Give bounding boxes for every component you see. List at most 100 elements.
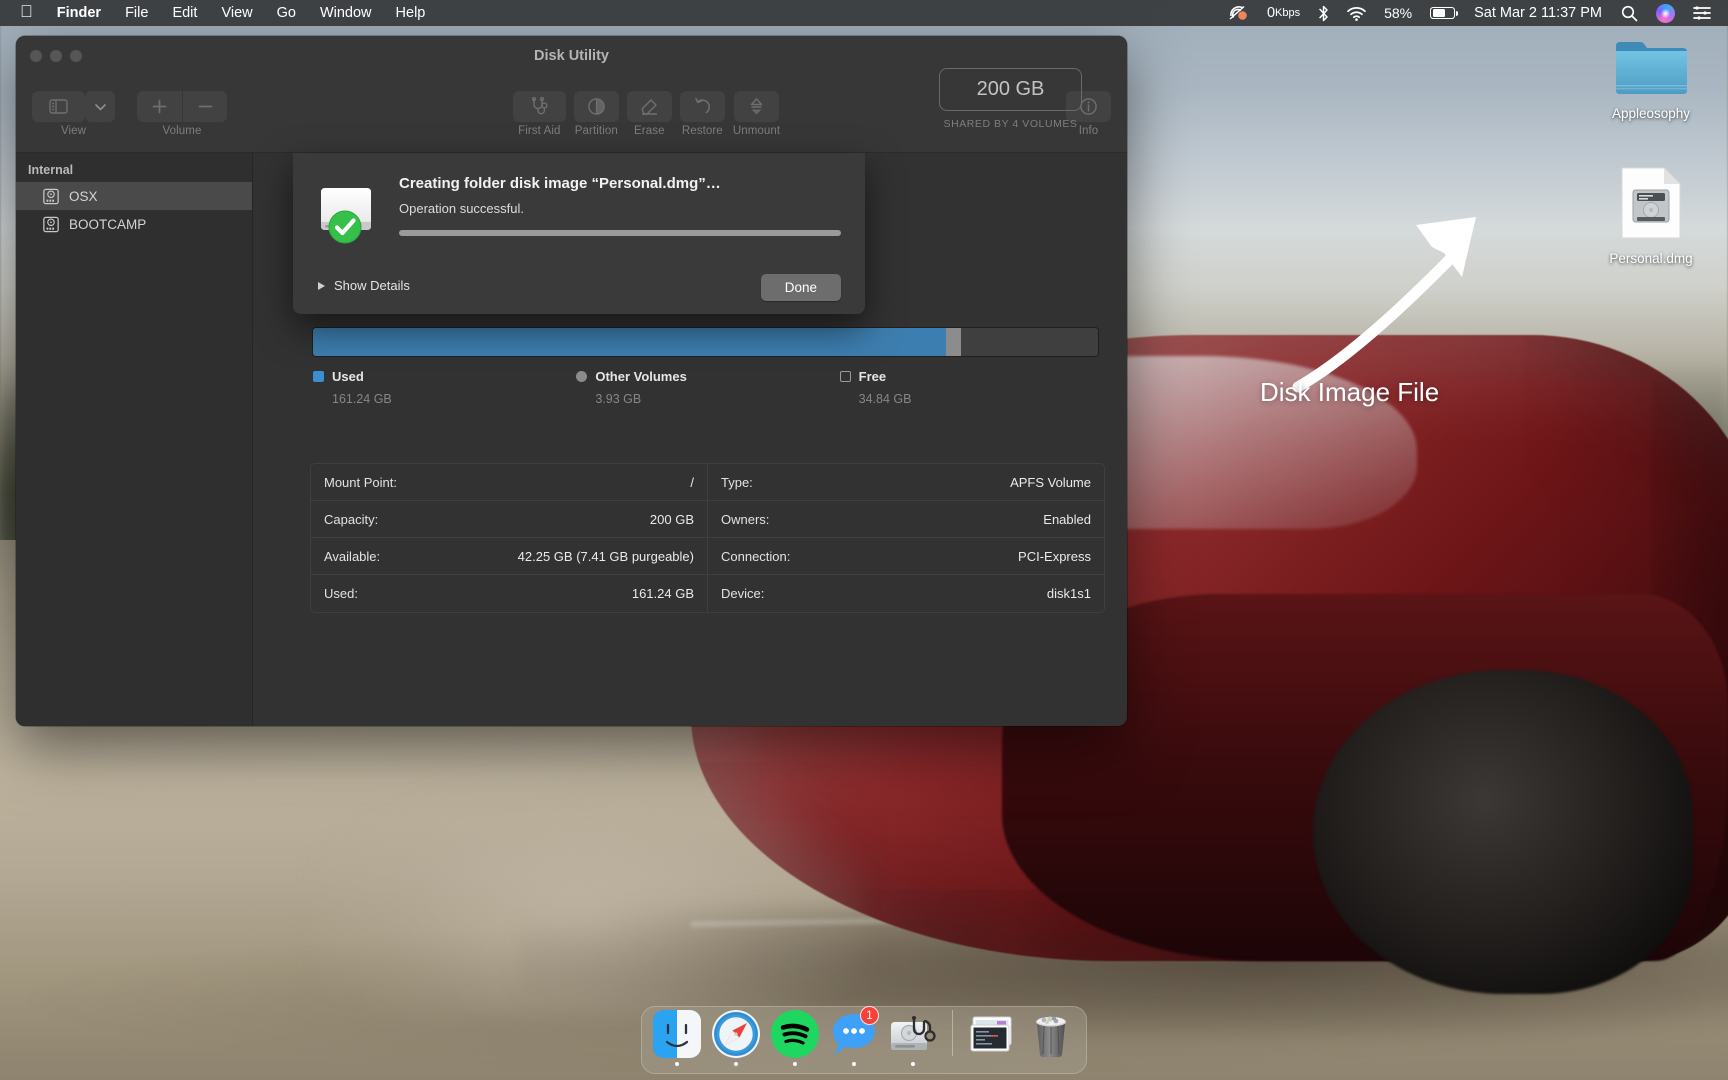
siri-icon[interactable] bbox=[1647, 3, 1684, 23]
desktop-icon-label: Personal.dmg bbox=[1609, 251, 1693, 266]
network-activity-icon[interactable] bbox=[1219, 5, 1258, 21]
internal-disk-icon bbox=[43, 188, 59, 204]
toolbar-first-aid-button[interactable]: First Aid bbox=[512, 91, 566, 137]
sidebar-icon[interactable] bbox=[32, 91, 85, 122]
menu-item-go[interactable]: Go bbox=[265, 0, 308, 26]
minus-icon[interactable] bbox=[182, 91, 227, 122]
info-row-mount-point: Mount Point: / bbox=[311, 464, 707, 501]
progress-bar bbox=[399, 230, 841, 236]
dock: 1 bbox=[641, 1006, 1087, 1074]
dock-running-indicator bbox=[852, 1062, 856, 1066]
legend-value-free: 34.84 GB bbox=[858, 392, 912, 406]
toolbar-erase-button[interactable]: Erase bbox=[626, 91, 672, 137]
volume-info-table-left: Mount Point: / Capacity: 200 GB Availabl… bbox=[310, 463, 707, 613]
dock-item-screenshot[interactable] bbox=[965, 1008, 1019, 1066]
done-button[interactable]: Done bbox=[760, 274, 841, 301]
info-row-capacity: Capacity: 200 GB bbox=[311, 501, 707, 538]
control-center-icon[interactable] bbox=[1684, 6, 1720, 20]
wallpaper-car-wheel bbox=[1313, 669, 1694, 994]
legend-label-free: Free bbox=[858, 369, 887, 384]
network-speed-value: 0 bbox=[1266, 5, 1276, 21]
info-value: APFS Volume bbox=[1010, 474, 1091, 490]
desktop-icon-personal-dmg[interactable]: Personal.dmg bbox=[1586, 165, 1716, 266]
info-label: Mount Point: bbox=[324, 474, 397, 490]
disk-sidebar: Internal OSX BOOTCAMP bbox=[16, 153, 253, 726]
sidebar-item-bootcamp[interactable]: BOOTCAMP bbox=[16, 210, 252, 238]
legend-value-used: 161.24 GB bbox=[332, 392, 392, 406]
menu-bar-status-area: 0 Kbps 58% Sat Mar 2 11:37 PM bbox=[1219, 0, 1728, 26]
dock-item-spotify[interactable] bbox=[768, 1008, 822, 1066]
sheet-subtitle: Operation successful. bbox=[399, 201, 525, 216]
info-value: PCI-Express bbox=[1018, 548, 1091, 564]
wifi-icon[interactable] bbox=[1338, 6, 1375, 21]
dock-item-safari[interactable] bbox=[709, 1008, 763, 1066]
internal-disk-icon bbox=[43, 216, 59, 232]
toolbar-view-label: View bbox=[60, 125, 87, 137]
info-label: Type: bbox=[721, 474, 753, 490]
dock-separator bbox=[952, 1010, 953, 1056]
toolbar-unmount-button[interactable]: Unmount bbox=[733, 91, 780, 137]
toolbar-restore-button[interactable]: Restore bbox=[679, 91, 725, 137]
info-label: Connection: bbox=[721, 548, 791, 564]
info-row-device: Device: disk1s1 bbox=[708, 575, 1104, 612]
show-details-toggle[interactable]: Show Details bbox=[318, 278, 410, 293]
legend-swatch-other-volumes bbox=[576, 371, 588, 382]
spotify-icon bbox=[771, 1010, 819, 1058]
apple-logo-icon[interactable]:  bbox=[10, 0, 45, 27]
info-value: 161.24 GB bbox=[631, 586, 694, 601]
volume-info-tables: Mount Point: / Capacity: 200 GB Availabl… bbox=[310, 463, 1105, 613]
wallpaper-dust bbox=[311, 777, 864, 1016]
toolbar-volume-group[interactable]: Volume bbox=[137, 91, 227, 137]
dock-item-disk-utility[interactable] bbox=[886, 1008, 940, 1066]
menu-item-help[interactable]: Help bbox=[384, 0, 438, 26]
usage-segment-free bbox=[961, 328, 1098, 356]
sidebar-item-osx[interactable]: OSX bbox=[16, 182, 252, 210]
info-value: Enabled bbox=[1043, 511, 1091, 527]
desktop-icon-appleosophy[interactable]: Appleosophy bbox=[1586, 36, 1716, 121]
sidebar-item-label: OSX bbox=[69, 188, 98, 204]
menu-bar-clock[interactable]: Sat Mar 2 11:37 PM bbox=[1464, 5, 1612, 21]
info-value: 200 GB bbox=[649, 511, 694, 527]
menu-item-view[interactable]: View bbox=[209, 0, 264, 26]
menu-item-window[interactable]: Window bbox=[308, 0, 384, 26]
info-label: Capacity: bbox=[324, 511, 379, 527]
toolbar-volume-label: Volume bbox=[162, 125, 202, 137]
progress-sheet-dialog: Creating folder disk image “Personal.dmg… bbox=[293, 153, 865, 314]
dock-running-indicator bbox=[911, 1062, 915, 1066]
dock-item-finder[interactable] bbox=[650, 1008, 704, 1066]
toolbar-view-group[interactable]: View bbox=[32, 91, 115, 137]
restore-arrow-icon bbox=[679, 91, 725, 122]
dock-running-indicator bbox=[734, 1062, 738, 1066]
capacity-value: 200 GB bbox=[939, 68, 1082, 111]
plus-icon[interactable] bbox=[137, 91, 182, 122]
bluetooth-icon[interactable] bbox=[1309, 5, 1338, 22]
info-value: / bbox=[690, 474, 694, 490]
info-row-type: Type: APFS Volume bbox=[708, 464, 1104, 501]
toolbar-partition-button[interactable]: Partition bbox=[573, 91, 619, 137]
dock-item-trash[interactable] bbox=[1024, 1008, 1078, 1066]
search-icon[interactable] bbox=[1612, 5, 1647, 22]
menu-item-edit[interactable]: Edit bbox=[160, 0, 209, 26]
capacity-subtitle: SHARED BY 4 VOLUMES bbox=[943, 118, 1078, 130]
menu-item-finder[interactable]: Finder bbox=[45, 0, 113, 26]
toolbar-restore-label: Restore bbox=[681, 125, 723, 137]
usage-segment-used bbox=[313, 328, 946, 356]
legend-swatch-free bbox=[839, 371, 851, 382]
sidebar-section-header: Internal bbox=[28, 163, 74, 177]
info-row-available: Available: 42.25 GB (7.41 GB purgeable) bbox=[311, 538, 707, 575]
dock-item-messages[interactable]: 1 bbox=[827, 1006, 881, 1066]
storage-legend: Used 161.24 GB Other Volumes 3.93 GB Fre… bbox=[313, 369, 1103, 406]
usage-segment-other-volumes bbox=[945, 328, 962, 356]
network-speed-indicator[interactable]: 0 Kbps bbox=[1258, 0, 1309, 26]
dock-badge-messages: 1 bbox=[860, 1006, 879, 1025]
menu-item-file[interactable]: File bbox=[113, 0, 160, 26]
legend-item-free: Free 34.84 GB bbox=[839, 369, 1103, 406]
disk-with-checkmark-icon bbox=[321, 188, 371, 244]
disk-utility-window[interactable]: Disk Utility View Volume First Aid Parti… bbox=[16, 36, 1127, 726]
toolbar-first-aid-label: First Aid bbox=[518, 125, 561, 137]
chevron-down-icon[interactable] bbox=[85, 91, 115, 122]
battery-percent-label[interactable]: 58% bbox=[1375, 0, 1421, 26]
storage-usage-bar[interactable] bbox=[312, 327, 1099, 357]
toolbar-unmount-label: Unmount bbox=[732, 125, 781, 137]
battery-icon[interactable] bbox=[1421, 7, 1464, 19]
